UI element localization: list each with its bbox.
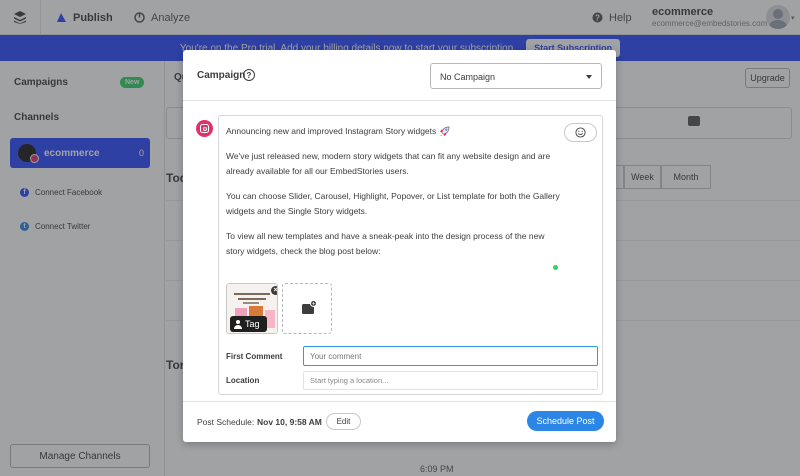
post-paragraph: We've just released new, modern story wi… [226, 150, 551, 177]
post-text-area[interactable]: Announcing new and improved Instagram St… [226, 124, 561, 269]
instagram-lens-shape [202, 126, 207, 131]
person-icon [234, 319, 242, 329]
modal-footer: Post Schedule: Nov 10, 9:58 AM Edit Sche… [183, 401, 616, 442]
post-schedule-label: Post Schedule: [197, 417, 255, 427]
tag-label: Tag [245, 319, 260, 329]
first-comment-label: First Comment [226, 352, 283, 361]
schedule-post-button[interactable]: Schedule Post [527, 411, 604, 431]
first-comment-input[interactable] [303, 346, 598, 366]
preview-text-line [238, 298, 266, 300]
caret-down-icon [586, 75, 592, 79]
campaign-label: Campaign [197, 70, 246, 81]
post-paragraph: Announcing new and improved Instagram St… [226, 124, 561, 139]
media-thumbnail[interactable]: × Tag [226, 283, 278, 334]
emoji-picker-button[interactable] [564, 123, 597, 142]
post-schedule-date: Nov 10, 9:58 AM [257, 417, 322, 427]
location-label: Location [226, 376, 260, 385]
campaign-select[interactable]: No Campaign [430, 63, 602, 89]
modal-header: Campaign ? No Campaign [183, 50, 616, 101]
preview-text-line [234, 293, 270, 295]
add-media-button[interactable]: + [282, 283, 332, 334]
create-post-modal: Campaign ? No Campaign Announcing new an… [183, 50, 616, 442]
remove-media-close-icon[interactable]: × [271, 286, 277, 295]
post-paragraph: You can choose Slider, Carousel, Highlig… [226, 190, 560, 217]
plus-icon: + [310, 300, 317, 308]
preview-text-line [243, 302, 259, 304]
instagram-icon [196, 120, 213, 137]
status-dot [553, 265, 558, 270]
post-paragraph: To view all new templates and have a sne… [226, 230, 545, 257]
post-headline: Announcing new and improved Instagram St… [226, 126, 437, 136]
smiley-icon [575, 127, 586, 138]
location-input[interactable] [303, 371, 598, 390]
rocket-emoji-icon [439, 126, 449, 137]
help-icon[interactable]: ? [243, 69, 255, 81]
edit-schedule-button[interactable]: Edit [326, 413, 361, 430]
tag-button[interactable]: Tag [230, 316, 267, 332]
post-editor[interactable]: Announcing new and improved Instagram St… [218, 115, 603, 395]
campaign-select-value: No Campaign [440, 72, 496, 82]
